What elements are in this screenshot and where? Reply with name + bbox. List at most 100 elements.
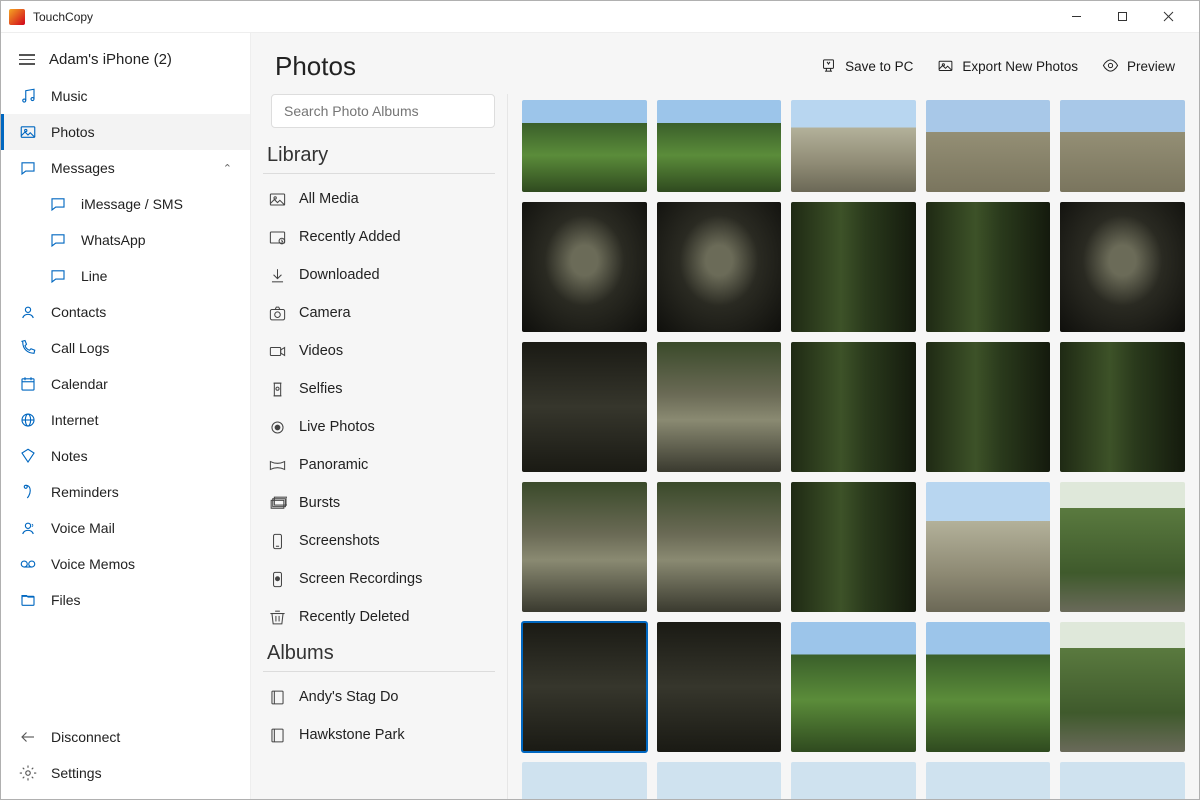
photo-thumb[interactable] [522, 622, 647, 752]
album-item-andy-s-stag-do[interactable]: Andy's Stag Do [263, 678, 503, 716]
pano-icon [267, 455, 287, 475]
photo-thumb[interactable] [791, 482, 916, 612]
photo-thumb[interactable] [926, 482, 1051, 612]
library-item-all-media[interactable]: All Media [263, 180, 503, 218]
sidebar: Adam's iPhone (2) Music Photos Messages … [1, 33, 251, 799]
sidebar-item-notes[interactable]: Notes [1, 438, 250, 474]
photo-grid [522, 100, 1185, 799]
sidebar-item-internet[interactable]: Internet [1, 402, 250, 438]
maximize-button[interactable] [1099, 1, 1145, 33]
trash-icon [267, 607, 287, 627]
sidebar-item-messages[interactable]: Messages ⌃ [1, 150, 250, 186]
library-item-selfies[interactable]: Selfies [263, 370, 503, 408]
photo-thumb[interactable] [926, 100, 1051, 192]
photo-thumb[interactable] [657, 622, 782, 752]
device-row: Adam's iPhone (2) [1, 41, 250, 78]
photo-thumb[interactable] [1060, 202, 1185, 332]
photo-thumb[interactable] [657, 202, 782, 332]
sidebar-item-label: Reminders [51, 484, 119, 500]
library-item-videos[interactable]: Videos [263, 332, 503, 370]
photo-thumb[interactable] [522, 342, 647, 472]
library-item-panoramic[interactable]: Panoramic [263, 446, 503, 484]
photo-thumb[interactable] [926, 622, 1051, 752]
sidebar-item-files[interactable]: Files [1, 582, 250, 618]
gear-icon [19, 764, 37, 782]
sidebar-item-voicemail[interactable]: Voice Mail [1, 510, 250, 546]
photo-thumb[interactable] [926, 342, 1051, 472]
album-icon [267, 725, 287, 745]
sidebar-item-music[interactable]: Music [1, 78, 250, 114]
sidebar-item-label: Voice Mail [51, 520, 115, 536]
photo-thumb[interactable] [522, 482, 647, 612]
sidebar-item-reminders[interactable]: Reminders [1, 474, 250, 510]
page-title: Photos [275, 51, 820, 82]
sidebar-item-voicememos[interactable]: Voice Memos [1, 546, 250, 582]
sidebar-item-label: Files [51, 592, 81, 608]
photo-grid-wrap[interactable] [508, 94, 1199, 799]
photo-thumb[interactable] [657, 482, 782, 612]
photo-thumb[interactable] [791, 342, 916, 472]
photo-thumb[interactable] [657, 342, 782, 472]
preview-icon [1102, 57, 1119, 77]
album-item-hawkstone-park[interactable]: Hawkstone Park [263, 716, 503, 754]
photo-thumb[interactable] [791, 762, 916, 799]
library-item-screen-recordings[interactable]: Screen Recordings [263, 560, 503, 598]
photo-thumb[interactable] [522, 762, 647, 799]
sidebar-item-label: Internet [51, 412, 98, 428]
minimize-button[interactable] [1053, 1, 1099, 33]
albums-heading: Albums [263, 636, 495, 672]
sidebar-item-whatsapp[interactable]: WhatsApp [1, 222, 250, 258]
header-actions: Save to PC Export New Photos Preview [820, 57, 1175, 77]
export-new-photos-button[interactable]: Export New Photos [937, 57, 1078, 77]
photo-thumb[interactable] [522, 100, 647, 192]
phone-icon [19, 339, 37, 357]
search-input[interactable] [271, 94, 495, 128]
library-list: All Media Recently Added DownloadedCameraV… [263, 180, 503, 636]
video-icon [267, 341, 287, 361]
library-item-live-photos[interactable]: Live Photos [263, 408, 503, 446]
hamburger-icon[interactable] [19, 54, 35, 65]
close-button[interactable] [1145, 1, 1191, 33]
sidebar-item-disconnect[interactable]: Disconnect [1, 719, 250, 755]
sidebar-item-settings[interactable]: Settings [1, 755, 250, 791]
library-item-camera[interactable]: Camera [263, 294, 503, 332]
sidebar-item-call-logs[interactable]: Call Logs [1, 330, 250, 366]
photo-thumb[interactable] [1060, 762, 1185, 799]
message-icon [49, 231, 67, 249]
photo-thumb[interactable] [926, 762, 1051, 799]
sidebar-item-photos[interactable]: Photos [1, 114, 250, 150]
photo-thumb[interactable] [1060, 622, 1185, 752]
library-item-recently-added[interactable]: Recently Added [263, 218, 503, 256]
save-to-pc-button[interactable]: Save to PC [820, 57, 913, 77]
reminder-icon [19, 483, 37, 501]
sidebar-item-contacts[interactable]: Contacts [1, 294, 250, 330]
photo-thumb[interactable] [1060, 342, 1185, 472]
photo-thumb[interactable] [926, 202, 1051, 332]
back-icon [19, 728, 37, 746]
app-icon [9, 9, 25, 25]
library-item-label: Recently Deleted [299, 609, 409, 625]
photo-thumb[interactable] [1060, 482, 1185, 612]
library-item-downloaded[interactable]: Downloaded [263, 256, 503, 294]
library-item-label: Recently Added [299, 229, 401, 245]
photo-thumb[interactable] [657, 762, 782, 799]
library-item-label: Screenshots [299, 533, 380, 549]
photo-thumb[interactable] [791, 100, 916, 192]
library-item-screenshots[interactable]: Screenshots [263, 522, 503, 560]
library-item-bursts[interactable]: Bursts [263, 484, 503, 522]
photo-thumb[interactable] [657, 100, 782, 192]
photo-thumb[interactable] [522, 202, 647, 332]
photo-icon [19, 123, 37, 141]
note-icon [19, 447, 37, 465]
sidebar-item-label: Calendar [51, 376, 108, 392]
sidebar-item-line[interactable]: Line [1, 258, 250, 294]
photo-thumb[interactable] [1060, 100, 1185, 192]
sidebar-item-calendar[interactable]: Calendar [1, 366, 250, 402]
photo-thumb[interactable] [791, 622, 916, 752]
sidebar-item-label: Call Logs [51, 340, 109, 356]
photo-thumb[interactable] [791, 202, 916, 332]
preview-button[interactable]: Preview [1102, 57, 1175, 77]
sidebar-item-imessage[interactable]: iMessage / SMS [1, 186, 250, 222]
library-item-recently-deleted[interactable]: Recently Deleted [263, 598, 503, 636]
message-icon [49, 267, 67, 285]
